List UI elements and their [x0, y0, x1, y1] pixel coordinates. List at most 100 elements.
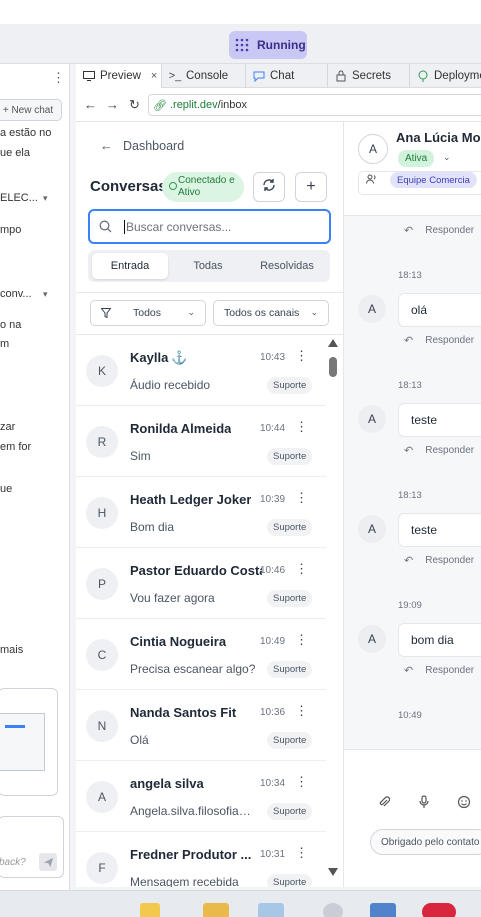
- timestamp: 10:49: [260, 636, 286, 647]
- conversation-item[interactable]: C Cintia Nogueira 10:49 ⋮ Precisa escane…: [76, 619, 326, 690]
- contact-name: Heath Ledger Joker: [130, 492, 252, 507]
- chat-panel: A Ana Lúcia Mor Ativa ⌄ Equipe Comercia …: [344, 122, 481, 887]
- more-vertical-icon[interactable]: ⋮: [295, 420, 308, 433]
- chevron-down-icon[interactable]: ▾: [43, 193, 48, 204]
- status-dot-icon: [169, 182, 177, 190]
- refresh-button[interactable]: [253, 172, 285, 202]
- send-icon[interactable]: [39, 853, 57, 871]
- message-time: 19:09: [398, 600, 422, 611]
- contact-name: Nanda Santos Fit: [130, 705, 237, 720]
- app-icon[interactable]: [258, 903, 284, 917]
- chat-icon: [252, 71, 266, 82]
- connection-status-text: Conectado e Ativo: [178, 175, 235, 198]
- search-placeholder: Buscar conversas...: [126, 219, 232, 234]
- message-preview: Áudio recebido: [130, 378, 211, 392]
- browser-icon[interactable]: [422, 903, 456, 917]
- contact-name: Pastor Eduardo Costa: [130, 563, 262, 578]
- message-time: 18:13: [398, 490, 422, 501]
- url-field[interactable]: 🔗︎ .replit.dev/inbox: [148, 94, 481, 116]
- folder-icon[interactable]: [203, 903, 229, 917]
- department-tag: Suporte: [267, 803, 313, 820]
- close-icon[interactable]: ×: [151, 70, 157, 82]
- arrow-left-icon: ←: [100, 138, 113, 153]
- conversation-item[interactable]: A angela silva 10:34 ⋮ Angela.silva.filo…: [76, 761, 326, 832]
- agent-input[interactable]: back?: [0, 816, 64, 878]
- segment-todas[interactable]: Todas: [170, 253, 246, 279]
- reply-icon: ↶: [404, 225, 414, 237]
- more-vertical-icon[interactable]: ⋮: [295, 846, 308, 859]
- conversation-item[interactable]: R Ronilda Almeida 10:44 ⋮ Sim Suporte: [76, 406, 326, 477]
- status-filter-dropdown[interactable]: Todos ⌄: [90, 300, 206, 326]
- chevron-down-icon[interactable]: ⌄: [443, 152, 451, 163]
- reply-action[interactable]: ↶ Responder: [404, 224, 474, 237]
- url-path: /inbox: [217, 99, 248, 111]
- more-vertical-icon[interactable]: ⋮: [295, 775, 308, 788]
- reply-action[interactable]: ↶ Responder: [404, 554, 474, 567]
- back-arrow-icon[interactable]: ←: [84, 97, 97, 112]
- search-input[interactable]: Buscar conversas...: [88, 209, 331, 244]
- chevron-down-icon[interactable]: ▾: [43, 289, 48, 300]
- message-bubble: olá: [398, 293, 481, 327]
- tab-console[interactable]: >_ Console: [162, 64, 246, 88]
- department-tag: Suporte: [267, 377, 313, 394]
- dashboard-link[interactable]: ← Dashboard: [100, 138, 184, 153]
- tab-label: Chat: [270, 70, 295, 82]
- conversation-item[interactable]: P Pastor Eduardo Costa 10:46 ⋮ Vou fazer…: [76, 548, 326, 619]
- new-conversation-button[interactable]: +: [295, 172, 327, 202]
- more-vertical-icon[interactable]: ⋮: [295, 704, 308, 717]
- agent-text: conv...: [0, 288, 32, 300]
- run-button[interactable]: Running: [229, 31, 307, 59]
- department-tag: Suporte: [267, 448, 313, 465]
- reply-action[interactable]: ↶ Responder: [404, 444, 474, 457]
- microphone-icon[interactable]: [416, 794, 432, 810]
- more-icon[interactable]: ⋮: [52, 70, 65, 86]
- more-vertical-icon[interactable]: ⋮: [295, 349, 308, 362]
- scroll-down-icon[interactable]: [328, 868, 338, 876]
- calendar-icon[interactable]: [370, 903, 396, 917]
- contact-name: Ronilda Almeida: [130, 421, 232, 436]
- refresh-icon: [262, 178, 276, 197]
- more-vertical-icon[interactable]: ⋮: [295, 491, 308, 504]
- conversations-panel: ← Dashboard Conversas Conectado e Ativo …: [76, 122, 344, 887]
- scroll-up-icon[interactable]: [328, 339, 338, 347]
- emoji-icon[interactable]: [456, 794, 472, 810]
- tab-secrets[interactable]: Secrets: [328, 64, 410, 88]
- conversation-item[interactable]: F Fredner Produtor ... 10:31 ⋮ Mensagem …: [76, 832, 326, 887]
- list-scrollbar[interactable]: [327, 335, 339, 887]
- search-icon: [99, 220, 115, 233]
- avatar: A: [358, 515, 386, 543]
- tab-strip: Preview × >_ Console Chat Secrets Deploy…: [76, 64, 481, 88]
- conversation-item[interactable]: N Nanda Santos Fit 10:36 ⋮ Olá Suporte: [76, 690, 326, 761]
- quick-reply-chip[interactable]: Obrigado pelo contato: [370, 829, 481, 855]
- conversation-item[interactable]: H Heath Ledger Joker 10:39 ⋮ Bom dia Sup…: [76, 477, 326, 548]
- avatar: C: [86, 639, 118, 671]
- paperclip-icon[interactable]: [376, 794, 392, 810]
- status-badge[interactable]: Ativa: [398, 150, 435, 167]
- reply-action[interactable]: ↶ Responder: [404, 664, 474, 677]
- more-vertical-icon[interactable]: ⋮: [295, 633, 308, 646]
- team-badge[interactable]: Equipe Comercia: [390, 172, 477, 188]
- scroll-thumb[interactable]: [329, 357, 337, 377]
- new-chat-button[interactable]: + New chat: [0, 99, 62, 121]
- filter-icon: [101, 308, 111, 318]
- forward-arrow-icon[interactable]: →: [106, 97, 119, 112]
- conversation-item[interactable]: K Kaylla ⚓ 10:43 ⋮ Áudio recebido Suporte: [76, 335, 326, 406]
- tab-deployments[interactable]: Deployme: [410, 64, 481, 88]
- tab-label: Preview: [100, 70, 141, 82]
- more-vertical-icon[interactable]: ⋮: [295, 562, 308, 575]
- link-icon: 🔗︎: [153, 99, 167, 112]
- reply-action[interactable]: ↶ Responder: [404, 334, 474, 347]
- search-icon[interactable]: [323, 903, 343, 917]
- segment-entrada[interactable]: Entrada: [92, 253, 168, 279]
- message-preview: Sim: [130, 449, 151, 463]
- channel-filter-dropdown[interactable]: Todos os canais ⌄: [213, 300, 329, 326]
- agent-text: a estão no: [0, 127, 52, 139]
- reload-icon[interactable]: ↻: [129, 97, 140, 113]
- dashboard-label: Dashboard: [123, 138, 185, 153]
- tab-chat[interactable]: Chat: [246, 64, 328, 88]
- message-preview: Angela.silva.filosofia@...: [130, 804, 258, 818]
- screenshot-thumbnail[interactable]: [0, 688, 58, 796]
- segment-resolvidas[interactable]: Resolvidas: [248, 253, 326, 279]
- tab-preview[interactable]: Preview ×: [76, 64, 162, 88]
- app-icon[interactable]: [140, 903, 160, 917]
